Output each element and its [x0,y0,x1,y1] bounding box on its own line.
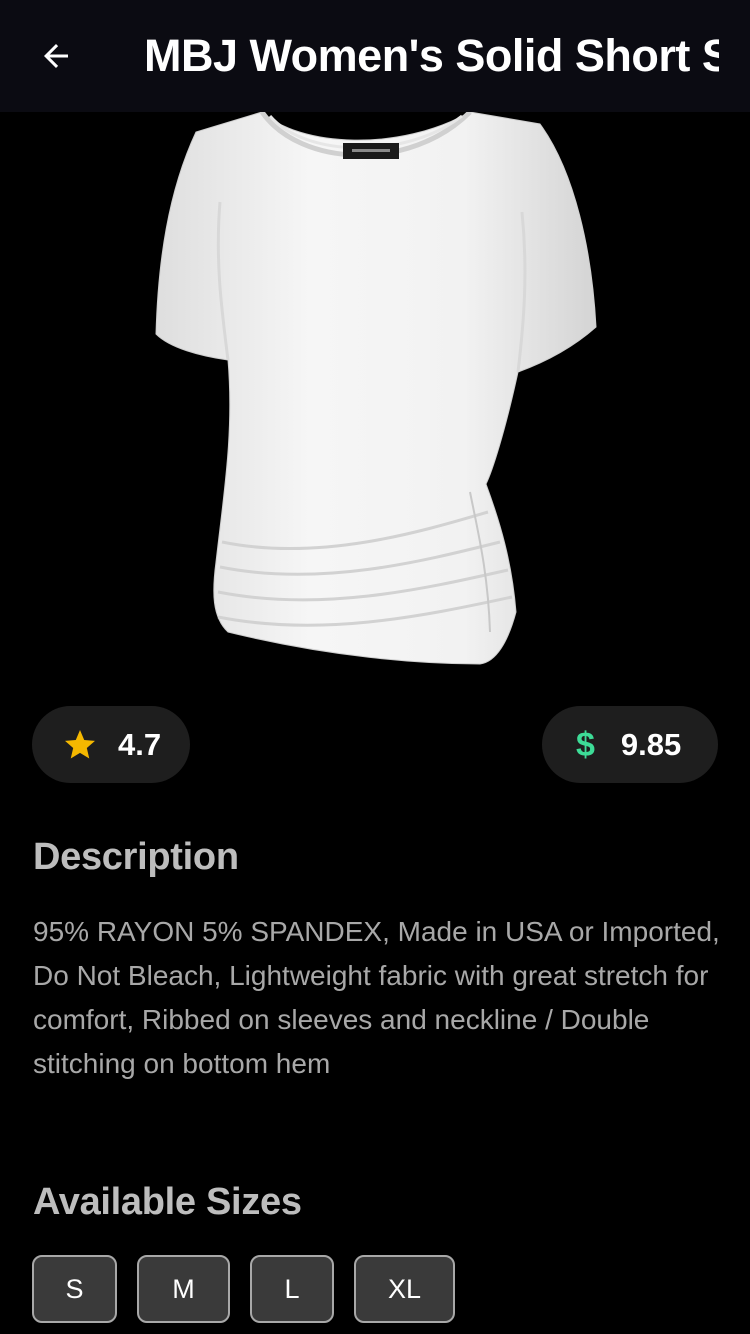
back-button[interactable] [26,26,86,86]
price-badge: $ 9.85 [542,706,718,783]
size-option-xl[interactable]: XL [354,1255,455,1323]
arrow-left-icon [44,44,68,68]
rating-badge: 4.7 [32,706,190,783]
rating-value: 4.7 [118,726,162,762]
size-option-m[interactable]: M [137,1255,230,1323]
product-image [0,110,750,682]
dollar-icon: $ [576,725,595,764]
description-text: 95% RAYON 5% SPANDEX, Made in USA or Imp… [33,916,720,1079]
sizes-heading: Available Sizes [33,1181,302,1223]
size-option-s[interactable]: S [32,1255,117,1323]
description-heading: Description [33,836,239,878]
app-bar: MBJ Women's Solid Short Sleeve Boat Neck… [0,0,750,112]
page-title: MBJ Women's Solid Short Sleeve Boat Neck… [144,30,719,81]
price-value: 9.85 [620,726,682,762]
star-icon [65,729,95,758]
size-option-l[interactable]: L [250,1255,334,1323]
size-selector: S M L XL [32,1255,455,1323]
